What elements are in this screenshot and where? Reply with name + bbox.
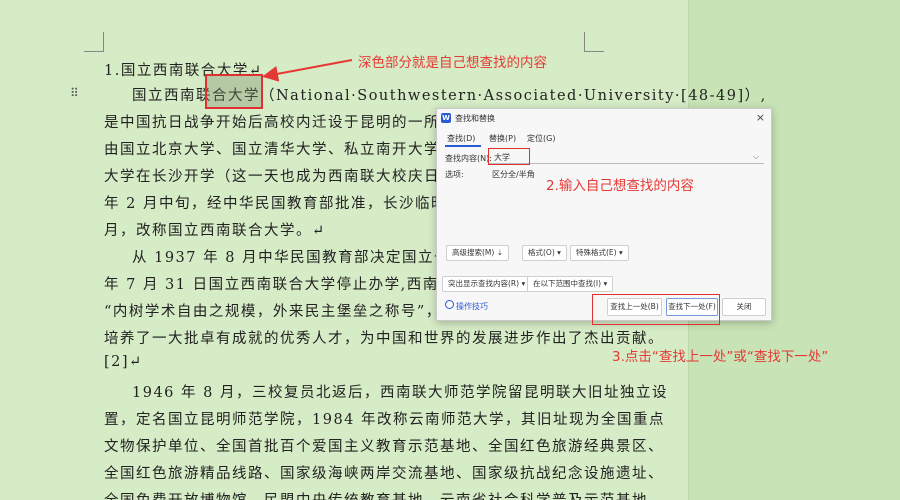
- dialog-titlebar[interactable]: W 查找和替换 ×: [437, 109, 771, 127]
- tab-goto[interactable]: 定位(G): [527, 133, 555, 144]
- find-label: 查找内容(N):: [445, 154, 492, 163]
- find-input-callout: [488, 148, 530, 165]
- doc-line: 文物保护单位、全国首批百个爱国主义教育示范基地、全国红色旅游经典景区、: [104, 439, 664, 455]
- format-button[interactable]: 格式(O) ▾: [522, 245, 567, 261]
- margin-corner-top-right: [584, 32, 604, 52]
- special-format-button[interactable]: 特殊格式(E) ▾: [570, 245, 629, 261]
- tips-link[interactable]: 操作技巧: [456, 301, 488, 312]
- advanced-search-button[interactable]: 高级搜索(M) ⇣: [446, 245, 509, 261]
- tips-icon[interactable]: [445, 300, 454, 309]
- active-tab-indicator: [445, 145, 481, 147]
- close-button[interactable]: 关闭: [722, 298, 766, 316]
- doc-line: 全国红色旅游精品线路、国家级海峡两岸交流基地、国家级抗战纪念设施遗址、: [104, 466, 664, 482]
- annotation-input-note: 2.输入自己想查找的内容: [546, 178, 694, 194]
- doc-line: 置，定名国立昆明师范学院，1984 年改称云南师范大学，其旧址现为全国重点: [104, 412, 666, 428]
- find-buttons-callout: [592, 294, 720, 325]
- doc-line: 由国立北京大学、国立清华大学、私立南开大学在长沙: [104, 142, 488, 158]
- options-value: 区分全/半角: [492, 170, 535, 179]
- doc-line: 培养了一大批卓有成就的优秀人才，为中国和世界的发展进步作出了杰出贡献。: [104, 331, 664, 347]
- doc-line: 全国免费开放博物馆、民盟中央传统教育基地、云南省社会科学普及示范基地: [104, 489, 648, 500]
- search-range-button[interactable]: 在以下范围中查找(I) ▾: [527, 276, 614, 292]
- doc-line: 月，改称国立西南联合大学。↵: [104, 223, 326, 239]
- wps-writer-icon: W: [441, 113, 451, 123]
- annotation-click-note: 3.点击“查找上一处”或“查找下一处”: [612, 349, 829, 365]
- margin-corner-top-left: [84, 32, 104, 52]
- dialog-title: 查找和替换: [455, 114, 495, 123]
- tab-find[interactable]: 查找(D): [447, 133, 475, 144]
- doc-line: [2]↵: [104, 354, 143, 370]
- doc-line: 1946 年 8 月，三校复员北返后，西南联大师范学院留昆明联大旧址独立设: [132, 385, 668, 401]
- highlight-found-button[interactable]: 突出显示查找内容(R) ▾: [442, 276, 532, 292]
- options-label: 选项:: [445, 170, 464, 179]
- found-text-highlight: [205, 74, 263, 109]
- find-replace-dialog: W 查找和替换 × 查找(D) 替换(P) 定位(G) 查找内容(N): 大学 …: [436, 108, 772, 321]
- doc-line: 是中国抗日战争开始后高校内迁设于昆明的一所综合性: [104, 115, 488, 131]
- tab-replace[interactable]: 替换(P): [489, 133, 516, 144]
- find-input[interactable]: [489, 150, 764, 164]
- annotation-highlighted-note: 深色部分就是自己想查找的内容: [358, 55, 547, 71]
- close-icon[interactable]: ×: [756, 111, 765, 124]
- paragraph-drag-handle-icon[interactable]: ⠿: [70, 86, 79, 100]
- chevron-down-icon[interactable]: ⌵: [753, 152, 759, 162]
